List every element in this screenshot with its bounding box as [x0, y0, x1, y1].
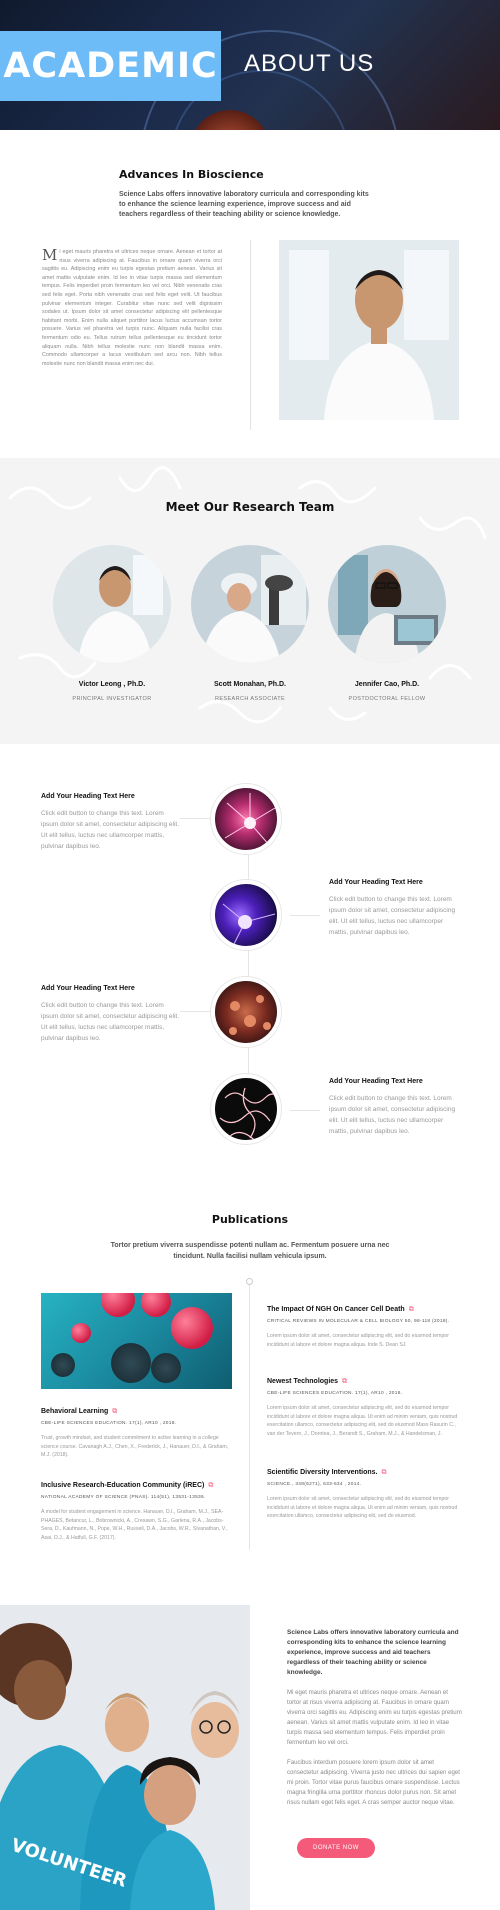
volunteers-group-icon: VOLUNTEER: [0, 1605, 250, 1910]
timeline-item: Add Your Heading Text Here Click edit bu…: [41, 793, 181, 852]
member-role: POSTDOCTORAL FELLOW: [348, 696, 426, 702]
timeline-heading: Add Your Heading Text Here: [41, 793, 135, 800]
timeline-connector: [180, 1011, 210, 1012]
publication-description: Trust, growth mindset, and student commi…: [41, 1435, 229, 1458]
publication-title-link[interactable]: Scientific Diversity Interventions.: [267, 1469, 377, 1476]
publication-description: Lorem ipsum dolor sit amet, consectetur …: [267, 1496, 458, 1519]
cell-network-icon: [219, 1087, 277, 1140]
external-link-icon[interactable]: ⧉: [112, 1408, 117, 1415]
team-heading: Meet Our Research Team: [165, 500, 335, 514]
publication-item: Scientific Diversity Interventions. ⧉ SCI…: [267, 1469, 459, 1521]
avatar: [328, 545, 446, 663]
timeline-text: Click edit button to change this text. L…: [329, 896, 456, 936]
cta-paragraph: Mi eget mauris pharetra et ultrices nequ…: [287, 1689, 462, 1746]
team-member-card: Jennifer Cao, Ph.D. POSTDOCTORAL FELLOW: [322, 545, 452, 702]
plasma-orb-image: [211, 880, 281, 950]
dropcap: M: [42, 246, 58, 264]
publication-source: CBE-LIFE SCIENCES EDUCATION. 17(1), AR10…: [41, 1421, 177, 1426]
woman-laptop-icon: [328, 545, 446, 663]
publication-item: Inclusive Research-Education Community (…: [41, 1482, 231, 1542]
team-member-card: Victor Leong , Ph.D. PRINCIPAL INVESTIGA…: [47, 545, 177, 702]
publication-source: NATIONAL ACADEMY OF SCIENCE (PNAS). 114(…: [41, 1495, 206, 1500]
plasma-ball-icon: [224, 793, 276, 847]
cell-blob: [171, 1307, 213, 1349]
intro-lead: Science Labs offers innovative laborator…: [119, 191, 369, 218]
plasma-ball-image: [211, 784, 281, 854]
timeline-item: Add Your Heading Text Here Click edit bu…: [41, 985, 181, 1044]
cell-blob: [141, 1293, 171, 1317]
intro-heading: Advances In Bioscience: [119, 168, 264, 181]
publication-description: A model for student engagement in scienc…: [41, 1509, 228, 1541]
publication-description: Lorem ipsum dolor sit amet, consectetur …: [267, 1333, 449, 1348]
team-member-card: Scott Monahan, Ph.D. RESEARCH ASSOCIATE: [185, 545, 315, 702]
member-role: PRINCIPAL INVESTIGATOR: [72, 696, 152, 702]
external-link-icon[interactable]: ⧉: [208, 1482, 213, 1489]
spore-blob: [111, 1343, 151, 1383]
page-title: ABOUT US: [244, 50, 375, 77]
publication-title-link[interactable]: Newest Technologies: [267, 1378, 338, 1385]
external-link-icon[interactable]: ⧉: [381, 1469, 386, 1476]
avatar: [53, 545, 171, 663]
external-link-icon[interactable]: ⧉: [342, 1378, 347, 1385]
cell-blob: [71, 1323, 91, 1343]
member-name: Jennifer Cao, Ph.D.: [354, 681, 420, 688]
publication-item: Newest Technologies ⧉ CBE-LIFE SCIENCES E…: [267, 1378, 459, 1438]
timeline-heading: Add Your Heading Text Here: [41, 985, 135, 992]
divider: [250, 240, 251, 430]
hero-badge-text: ACADEMIC: [3, 46, 218, 86]
timeline-item: Add Your Heading Text Here Click edit bu…: [329, 1078, 464, 1137]
spore-blob: [151, 1353, 181, 1383]
member-name: Scott Monahan, Ph.D.: [214, 681, 286, 688]
publication-description: Lorem ipsum dolor sit amet, consectetur …: [267, 1405, 458, 1437]
external-link-icon[interactable]: ⧉: [409, 1306, 414, 1313]
publication-item: The Impact Of NGH On Cancer Cell Death ⧉ …: [267, 1306, 459, 1349]
timeline-text: Click edit button to change this text. L…: [41, 1002, 180, 1042]
timeline-text: Click edit button to change this text. L…: [329, 1095, 456, 1135]
timeline-item: Add Your Heading Text Here Click edit bu…: [329, 879, 464, 938]
publication-source: CRITICAL REVIEWS IN MOLECULAR & CELL BIO…: [267, 1319, 450, 1324]
avatar: [191, 545, 309, 663]
publication-source: CBE-LIFE SCIENCES EDUCATION. 17(1), AR10…: [267, 1391, 403, 1396]
bacteria-icon: [229, 995, 271, 1035]
cta-lead: Science Labs offers innovative laborator…: [287, 1629, 459, 1676]
publication-item: Behavioral Learning ⧉ CBE-LIFE SCIENCES E…: [41, 1408, 231, 1460]
intro-body-text: i eget mauris pharetra et ultrices neque…: [42, 249, 222, 367]
man-portrait-icon: [279, 240, 459, 420]
cells-image: [41, 1293, 232, 1389]
hero-badge: ACADEMIC: [0, 31, 221, 101]
portrait-photo: [279, 240, 459, 420]
publications-divider: [249, 1280, 250, 1550]
scientist-microscope-icon: [191, 545, 309, 663]
plasma-orb-icon: [222, 903, 276, 946]
publication-title-link[interactable]: Behavioral Learning: [41, 1408, 108, 1415]
timeline-heading: Add Your Heading Text Here: [329, 879, 423, 886]
publications-heading: Publications: [211, 1213, 289, 1226]
timeline-connector: [290, 915, 320, 916]
donate-button[interactable]: DONATE NOW: [297, 1838, 375, 1858]
member-role: RESEARCH ASSOCIATE: [214, 696, 286, 702]
timeline-heading: Add Your Heading Text Here: [329, 1078, 423, 1085]
publication-source: SCIENCE., 348(6271), 633-634 , 2014.: [267, 1482, 362, 1487]
volunteers-photo: VOLUNTEER: [0, 1605, 250, 1910]
publication-title-link[interactable]: The Impact Of NGH On Cancer Cell Death: [267, 1306, 405, 1313]
spore-blob: [51, 1353, 75, 1377]
intro-body: Mi eget mauris pharetra et ultrices nequ…: [42, 248, 222, 368]
timeline-text: Click edit button to change this text. L…: [41, 810, 180, 850]
cell-blob: [101, 1293, 135, 1317]
timeline-connector: [290, 1110, 320, 1111]
member-name: Victor Leong , Ph.D.: [78, 681, 146, 688]
divider-dot-icon: [246, 1278, 253, 1285]
timeline-connector: [180, 818, 210, 819]
bacteria-image: [211, 977, 281, 1047]
publications-subtitle: Tortor pretium viverra suspendisse poten…: [110, 1242, 390, 1260]
cta-paragraph: Faucibus interdum posuere lorem ipsum do…: [287, 1759, 460, 1806]
publication-title-link[interactable]: Inclusive Research-Education Community (…: [41, 1482, 204, 1489]
man-portrait-icon: [53, 545, 171, 663]
cell-network-image: [211, 1074, 281, 1144]
